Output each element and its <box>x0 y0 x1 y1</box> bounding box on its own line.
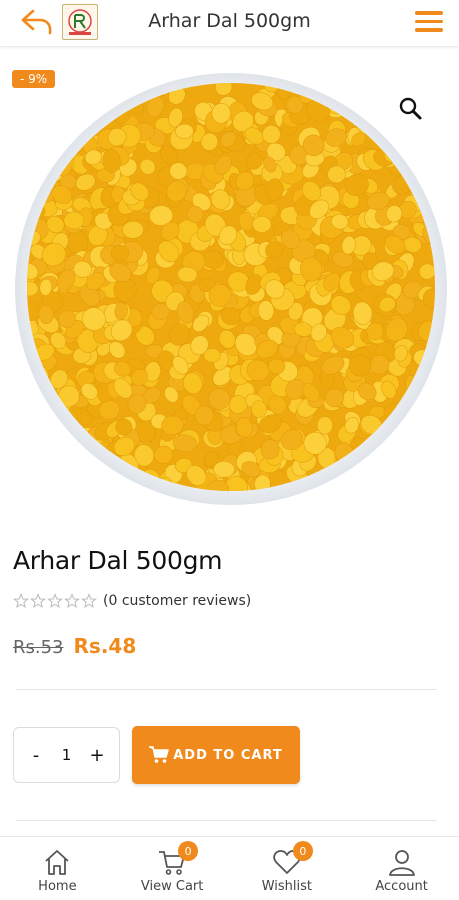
sale-price: Rs.48 <box>73 634 137 658</box>
user-icon <box>386 847 418 877</box>
reviews-link[interactable]: (0 customer reviews) <box>103 593 251 609</box>
heart-icon: 0 <box>271 841 313 877</box>
star-empty-icon <box>47 593 63 608</box>
nav-label: View Cart <box>140 879 204 894</box>
cart-count-badge: 0 <box>178 841 199 861</box>
nav-item-view-cart[interactable]: 0 View Cart <box>115 837 230 900</box>
nav-item-wishlist[interactable]: 0 Wishlist <box>230 837 345 900</box>
nav-item-account[interactable]: Account <box>344 837 459 900</box>
hamburger-line <box>415 28 443 32</box>
old-price: Rs.53 <box>13 637 64 658</box>
add-to-cart-button[interactable]: ADD TO CART <box>132 726 300 784</box>
product-image[interactable] <box>12 70 449 508</box>
back-button[interactable] <box>20 8 54 36</box>
rating-stars <box>13 593 97 609</box>
cart-icon <box>149 746 169 763</box>
hamburger-line <box>415 11 443 15</box>
star-empty-icon <box>13 593 29 608</box>
nav-label: Home <box>38 879 77 894</box>
divider <box>16 689 437 690</box>
rating-row: (0 customer reviews) <box>13 593 251 609</box>
nav-label: Wishlist <box>261 879 313 894</box>
price-row: Rs.53 Rs.48 <box>13 634 136 658</box>
quantity-stepper: - 1 + <box>13 727 120 783</box>
quantity-input[interactable]: 1 <box>55 746 79 764</box>
back-arrow-icon <box>21 9 52 35</box>
divider <box>16 820 437 821</box>
star-empty-icon <box>81 593 97 608</box>
quantity-decrease-button[interactable]: - <box>28 745 44 766</box>
bottom-navigation: Home 0 View Cart 0 Wishlist Account <box>0 836 459 900</box>
menu-button[interactable] <box>415 11 443 33</box>
dal-bowl-image <box>15 73 447 505</box>
star-empty-icon <box>30 593 46 608</box>
discount-badge: - 9% <box>12 70 56 88</box>
nav-item-home[interactable]: Home <box>0 837 115 900</box>
home-icon <box>41 847 73 877</box>
product-name: Arhar Dal 500gm <box>13 546 223 575</box>
hamburger-line <box>415 19 443 23</box>
zoom-button[interactable] <box>398 96 424 122</box>
cart-icon: 0 <box>156 841 199 877</box>
add-to-cart-label: ADD TO CART <box>173 747 283 763</box>
search-icon <box>399 97 422 120</box>
app-header: Arhar Dal 500gm <box>0 0 459 46</box>
logo-mark-icon <box>68 9 92 35</box>
wishlist-count-badge: 0 <box>292 841 313 861</box>
star-empty-icon <box>64 593 80 608</box>
store-logo[interactable] <box>62 4 98 40</box>
nav-label: Account <box>375 879 428 894</box>
quantity-increase-button[interactable]: + <box>89 745 105 766</box>
